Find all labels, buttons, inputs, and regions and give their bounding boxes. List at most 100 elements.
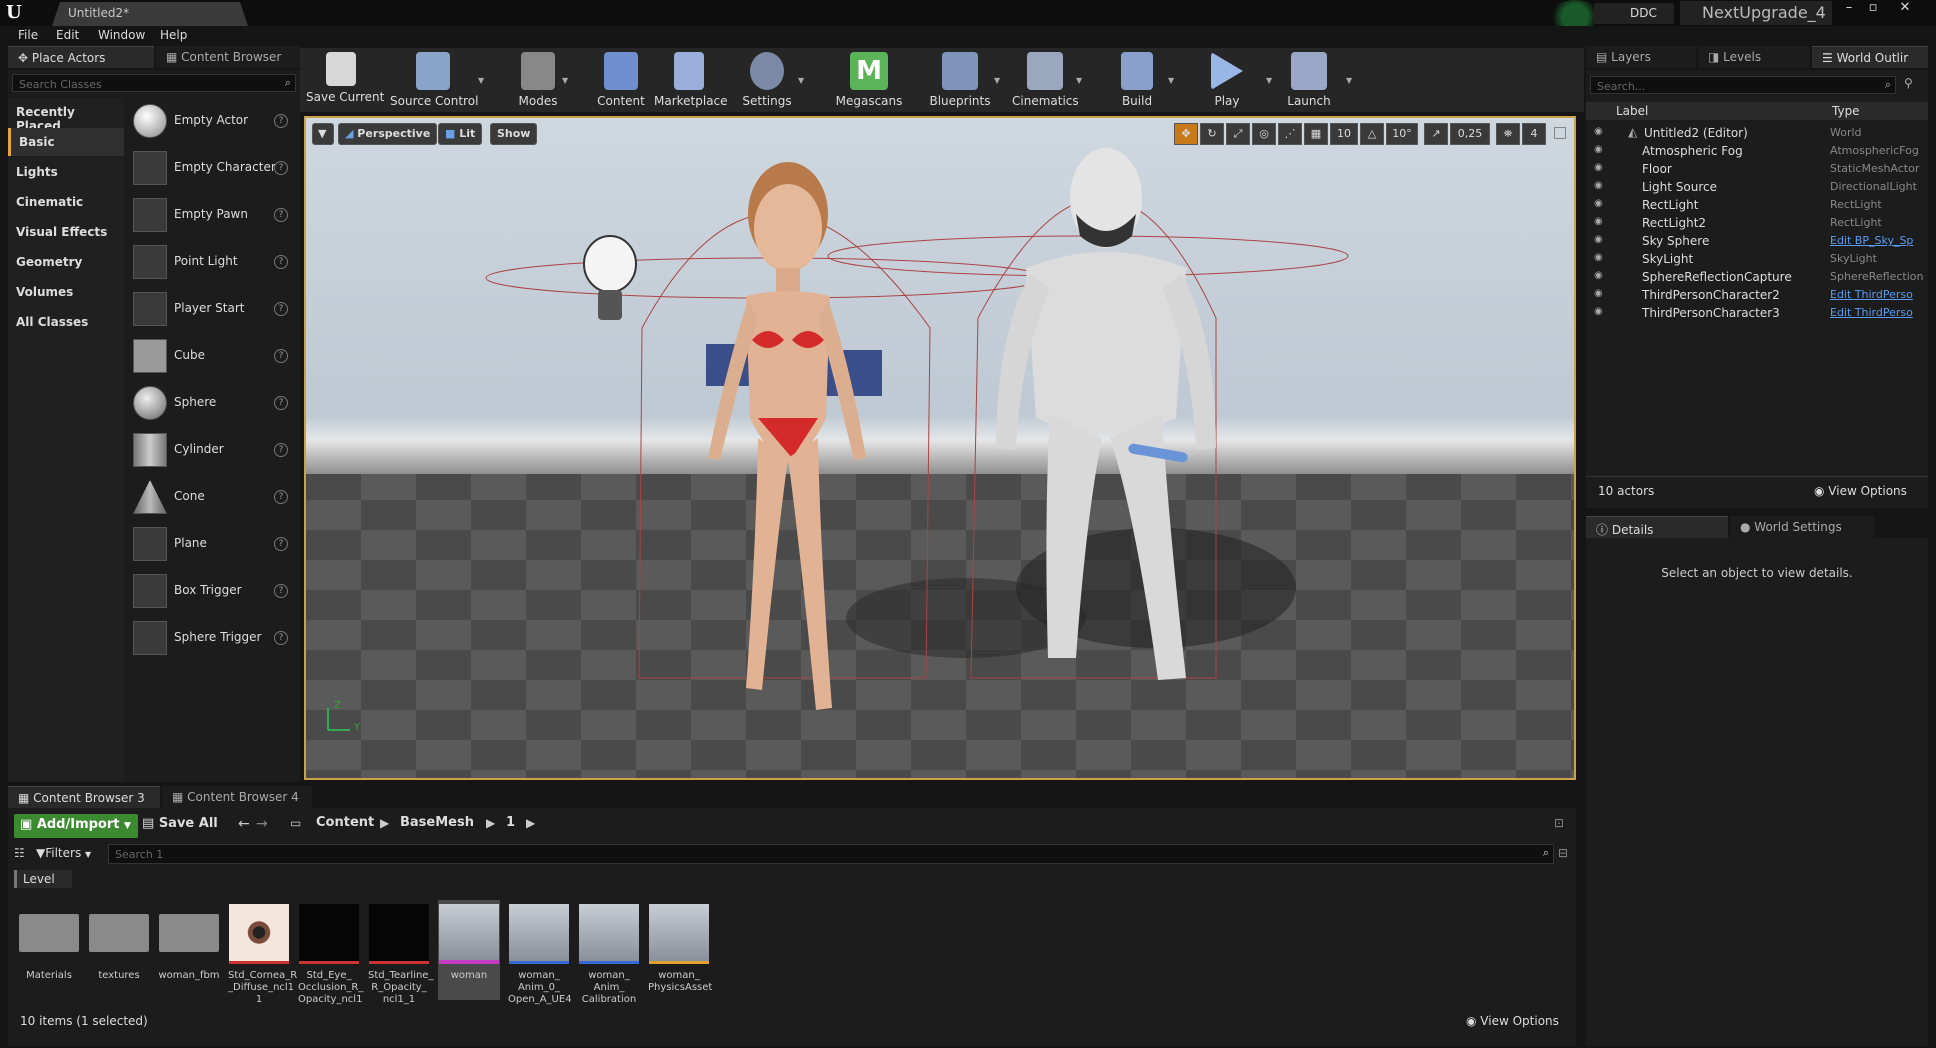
category-all-classes[interactable]: All Classes — [8, 308, 124, 336]
actor-empty-pawn[interactable]: Empty Pawn? — [130, 192, 296, 238]
play-dropdown-icon[interactable]: ▼ — [1266, 76, 1274, 85]
actor-cube[interactable]: Cube? — [130, 333, 296, 379]
help-icon[interactable]: ? — [274, 302, 288, 316]
content-button[interactable]: Content — [596, 48, 646, 112]
actor-box-trigger[interactable]: Box Trigger? — [130, 568, 296, 614]
eye-icon[interactable]: ◉ — [1594, 252, 1608, 264]
actor-point-light[interactable]: Point Light? — [130, 239, 296, 285]
close-window-button[interactable]: ✕ — [1894, 0, 1916, 18]
tab-place-actors[interactable]: ✥ Place Actors — [8, 46, 154, 68]
save-search-icon[interactable]: ⊟ — [1558, 846, 1568, 860]
column-type-header[interactable]: Type — [1832, 104, 1860, 118]
help-icon[interactable]: ? — [274, 114, 288, 128]
modes-dropdown-icon[interactable]: ▼ — [562, 76, 570, 85]
back-arrow-icon[interactable]: ← — [238, 816, 250, 832]
megascans-button[interactable]: M Megascans — [834, 48, 904, 112]
category-geometry[interactable]: Geometry — [8, 248, 124, 276]
category-basic[interactable]: Basic — [8, 128, 124, 156]
tab-details[interactable]: ⓘ Details — [1586, 516, 1728, 538]
minimize-button[interactable]: – — [1838, 0, 1860, 18]
actor-sphere-trigger[interactable]: Sphere Trigger? — [130, 615, 296, 661]
outliner-row[interactable]: ◉ Floor StaticMeshActor — [1590, 160, 1924, 178]
help-icon[interactable]: ? — [274, 443, 288, 457]
asset-tile[interactable]: Std_Cornea_R _Diffuse_ncl1 1 — [228, 904, 297, 1014]
outliner-view-options-button[interactable]: ◉ View Options — [1814, 484, 1907, 498]
menu-window[interactable]: Window — [98, 28, 145, 42]
actor-empty-actor[interactable]: Empty Actor? — [130, 98, 296, 144]
outliner-row[interactable]: ◉ RectLight2 RectLight — [1590, 214, 1924, 232]
category-cinematic[interactable]: Cinematic — [8, 188, 124, 216]
asset-tile[interactable]: woman_ Anim_0_ Open_A_UE4 — [508, 904, 572, 1014]
help-icon[interactable]: ? — [274, 208, 288, 222]
content-search-input[interactable]: Search 1 ⌕ — [108, 844, 1554, 864]
outliner-row[interactable]: ◉ ◭ Untitled2 (Editor) World — [1590, 124, 1924, 142]
breadcrumb-basemesh[interactable]: BaseMesh — [400, 815, 474, 830]
outliner-options-icon[interactable]: ⚲ — [1904, 76, 1913, 90]
filters-button[interactable]: ▼Filters ▼ — [36, 846, 91, 860]
eye-icon[interactable]: ◉ — [1594, 306, 1608, 318]
launch-button[interactable]: Launch — [1284, 48, 1334, 112]
eye-icon[interactable]: ◉ — [1594, 198, 1608, 210]
asset-tile[interactable]: woman_ PhysicsAsset — [648, 904, 712, 1014]
cinematics-dropdown-icon[interactable]: ▼ — [1076, 76, 1084, 85]
menu-edit[interactable]: Edit — [56, 28, 79, 42]
actor-sphere[interactable]: Sphere? — [130, 380, 296, 426]
tab-content-browser[interactable]: ▦ Content Browser — [156, 46, 300, 68]
eye-icon[interactable]: ◉ — [1594, 144, 1608, 156]
level-viewport[interactable]: ▼ ◢ Perspective ■ Lit Show ✥ ↻ ⤢ ◎ ⋰ ▦ 1… — [304, 116, 1576, 780]
eye-icon[interactable]: ◉ — [1594, 234, 1608, 246]
help-icon[interactable]: ? — [274, 584, 288, 598]
actor-cylinder[interactable]: Cylinder? — [130, 427, 296, 473]
outliner-search-input[interactable]: Search... ⌕ — [1590, 76, 1896, 94]
column-label-header[interactable]: Label — [1616, 104, 1648, 118]
tab-layers[interactable]: ▤ Layers — [1586, 46, 1696, 68]
help-icon[interactable]: ? — [274, 349, 288, 363]
asset-tile-selected[interactable]: woman — [438, 900, 500, 1000]
tab-world-outliner[interactable]: ☰ World Outlir — [1812, 46, 1928, 68]
save-current-button[interactable]: Save Current — [306, 48, 384, 112]
source-control-dropdown-icon[interactable]: ▼ — [478, 76, 486, 85]
asset-tile[interactable]: Std_Tearline_ R_Opacity_ ncl1_1 — [368, 904, 433, 1014]
asset-tile[interactable]: Materials — [18, 904, 80, 1014]
settings-button[interactable]: Settings — [740, 48, 794, 112]
add-import-button[interactable]: ▣ Add/Import ▼ — [14, 814, 138, 838]
help-icon[interactable]: ? — [274, 537, 288, 551]
eye-icon[interactable]: ◉ — [1594, 270, 1608, 282]
tab-content-browser-4[interactable]: ▦ Content Browser 4 — [162, 786, 312, 808]
tab-content-browser-3[interactable]: ▦ Content Browser 3 — [8, 786, 160, 808]
outliner-row[interactable]: ◉ ThirdPersonCharacter2 Edit ThirdPerso — [1590, 286, 1924, 304]
document-tab[interactable]: Untitled2* — [52, 2, 248, 26]
category-lights[interactable]: Lights — [8, 158, 124, 186]
actor-empty-character[interactable]: Empty Character? — [130, 145, 296, 191]
menu-file[interactable]: File — [18, 28, 38, 42]
outliner-row[interactable]: ◉ Atmospheric Fog AtmosphericFog — [1590, 142, 1924, 160]
eye-icon[interactable]: ◉ — [1594, 216, 1608, 228]
category-visual-effects[interactable]: Visual Effects — [8, 218, 124, 246]
eye-icon[interactable]: ◉ — [1594, 180, 1608, 192]
edit-blueprint-link[interactable]: Edit ThirdPerso — [1830, 288, 1913, 301]
help-icon[interactable]: ? — [274, 490, 288, 504]
eye-icon[interactable]: ◉ — [1594, 288, 1608, 300]
menu-help[interactable]: Help — [160, 28, 187, 42]
actor-plane[interactable]: Plane? — [130, 521, 296, 567]
outliner-row[interactable]: ◉ RectLight RectLight — [1590, 196, 1924, 214]
asset-tile[interactable]: woman_fbm — [158, 904, 220, 1014]
cinematics-button[interactable]: Cinematics — [1012, 48, 1079, 112]
outliner-row[interactable]: ◉ SphereReflectionCapture SphereReflection — [1590, 268, 1924, 286]
level-filter-chip[interactable]: Level — [14, 870, 72, 888]
eye-icon[interactable]: ◉ — [1594, 126, 1608, 138]
help-icon[interactable]: ? — [274, 255, 288, 269]
chevron-right-icon[interactable]: ▶ — [526, 816, 535, 830]
outliner-row[interactable]: ◉ Light Source DirectionalLight — [1590, 178, 1924, 196]
tab-world-settings[interactable]: ● World Settings — [1730, 516, 1874, 538]
modes-button[interactable]: Modes — [512, 48, 564, 112]
outliner-row[interactable]: ◉ SkyLight SkyLight — [1590, 250, 1924, 268]
ddc-button[interactable]: DDC — [1594, 3, 1674, 24]
breadcrumb-content[interactable]: Content — [316, 815, 374, 830]
settings-dropdown-icon[interactable]: ▼ — [798, 76, 806, 85]
category-recently-placed[interactable]: Recently Placed — [8, 98, 124, 133]
outliner-row[interactable]: ◉ ThirdPersonCharacter3 Edit ThirdPerso — [1590, 304, 1924, 322]
marketplace-button[interactable]: Marketplace — [654, 48, 728, 112]
play-button[interactable]: Play — [1206, 48, 1248, 112]
actor-cone[interactable]: Cone? — [130, 474, 296, 520]
